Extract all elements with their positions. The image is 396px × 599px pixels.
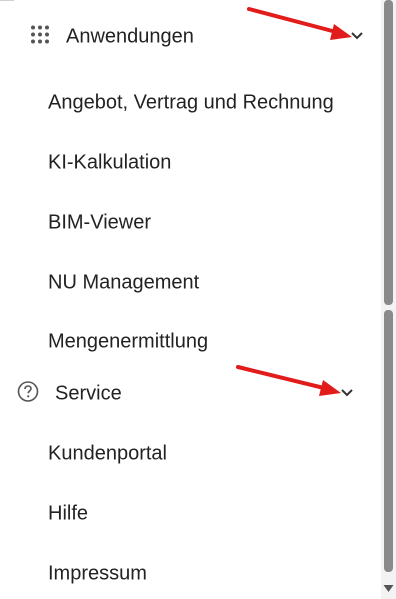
vertical-scrollbar[interactable] xyxy=(381,0,396,599)
menu-item-mengenermittlung[interactable]: Mengenermittlung xyxy=(0,318,381,366)
menu-item-impressum[interactable]: Impressum xyxy=(0,550,381,598)
menu-item-hilfe[interactable]: Hilfe xyxy=(0,490,381,538)
section-header-service[interactable]: Service xyxy=(0,370,381,418)
menu-item-label: Kundenportal xyxy=(48,442,167,465)
menu-item-bim-viewer[interactable]: BIM-Viewer xyxy=(0,199,381,247)
scroll-down-arrow-icon[interactable] xyxy=(383,580,394,598)
scrollbar-thumb[interactable] xyxy=(384,310,393,572)
section-title-service: Service xyxy=(55,382,122,405)
menu-item-label: NU Management xyxy=(48,271,200,294)
menu-item-label: Impressum xyxy=(48,562,147,585)
section-title-anwendungen: Anwendungen xyxy=(66,25,194,48)
menu-item-label: KI-Kalkulation xyxy=(48,151,172,174)
menu-item-angebot[interactable]: Angebot, Vertrag und Rechnung xyxy=(0,79,381,127)
chevron-down-icon[interactable] xyxy=(340,385,354,403)
menu-item-label: Angebot, Vertrag und Rechnung xyxy=(48,91,334,114)
section-header-anwendungen[interactable]: Anwendungen xyxy=(0,13,381,61)
scrollbar-track-upper xyxy=(384,0,393,305)
chevron-down-icon[interactable] xyxy=(350,28,364,46)
menu-item-label: BIM-Viewer xyxy=(48,211,151,234)
menu-item-nu-management[interactable]: NU Management xyxy=(0,259,381,307)
menu-item-kundenportal[interactable]: Kundenportal xyxy=(0,430,381,478)
grid-dots-icon xyxy=(30,25,50,50)
menu-item-label: Mengenermittlung xyxy=(48,330,209,353)
help-circle-icon xyxy=(17,381,39,408)
menu-item-ki-kalkulation[interactable]: KI-Kalkulation xyxy=(0,139,381,187)
top-divider xyxy=(0,0,14,1)
navigation-menu-panel: Anwendungen Angebot, Vertrag und Rechnun… xyxy=(0,0,381,599)
menu-item-label: Hilfe xyxy=(48,502,89,525)
